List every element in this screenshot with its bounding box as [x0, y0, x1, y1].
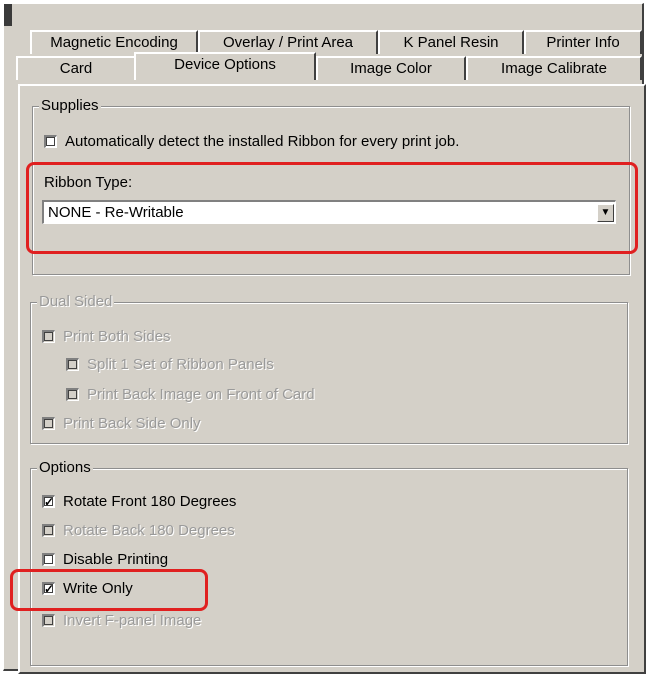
- invert-f-panel-checkbox[interactable]: Invert F-panel Image: [42, 610, 201, 630]
- auto-detect-checkbox-box[interactable]: [44, 134, 57, 148]
- print-back-side-only-checkbox[interactable]: Print Back Side Only: [42, 413, 201, 433]
- chevron-down-icon[interactable]: ▼: [597, 203, 614, 222]
- split-ribbon-panels-checkbox[interactable]: Split 1 Set of Ribbon Panels: [66, 354, 274, 374]
- tab-card[interactable]: Card: [16, 56, 136, 80]
- print-back-side-only-label: Print Back Side Only: [63, 414, 201, 432]
- auto-detect-label: Automatically detect the installed Ribbo…: [65, 132, 460, 150]
- print-both-sides-label: Print Both Sides: [63, 327, 171, 345]
- print-both-sides-box[interactable]: [42, 329, 55, 343]
- split-ribbon-panels-box[interactable]: [66, 357, 79, 371]
- tab-k-panel-resin[interactable]: K Panel Resin: [378, 30, 524, 54]
- write-only-checkbox[interactable]: ✓ Write Only: [42, 578, 133, 598]
- rotate-front-checkbox[interactable]: ✓ Rotate Front 180 Degrees: [42, 491, 236, 511]
- invert-f-panel-label: Invert F-panel Image: [63, 611, 202, 629]
- tab-image-color[interactable]: Image Color: [316, 56, 466, 80]
- ribbon-type-select[interactable]: NONE - Re-Writable ▼: [42, 200, 616, 224]
- auto-detect-ribbon-checkbox[interactable]: Automatically detect the installed Ribbo…: [44, 131, 459, 151]
- dual-sided-legend: Dual Sided: [37, 293, 115, 311]
- tab-overlay-print-area[interactable]: Overlay / Print Area: [198, 30, 378, 54]
- rotate-back-label: Rotate Back 180 Degrees: [63, 521, 235, 539]
- ribbon-type-label-text: Ribbon Type:: [44, 173, 133, 191]
- supplies-legend: Supplies: [39, 97, 101, 115]
- tab-device-options[interactable]: Device Options: [134, 52, 316, 80]
- tab-image-calibrate[interactable]: Image Calibrate: [466, 56, 642, 80]
- write-only-box[interactable]: ✓: [42, 581, 55, 595]
- print-back-on-front-label: Print Back Image on Front of Card: [87, 385, 315, 403]
- rotate-back-checkbox[interactable]: Rotate Back 180 Degrees: [42, 520, 235, 540]
- disable-printing-label: Disable Printing: [63, 550, 169, 568]
- write-only-label: Write Only: [63, 579, 133, 597]
- rotate-front-label: Rotate Front 180 Degrees: [63, 492, 237, 510]
- disable-printing-checkbox[interactable]: Disable Printing: [42, 549, 168, 569]
- rotate-front-box[interactable]: ✓: [42, 494, 55, 508]
- print-both-sides-checkbox[interactable]: Print Both Sides: [42, 326, 171, 346]
- window-edge: [4, 4, 12, 26]
- disable-printing-box[interactable]: [42, 552, 55, 566]
- print-back-on-front-checkbox[interactable]: Print Back Image on Front of Card: [66, 384, 315, 404]
- options-legend: Options: [37, 459, 93, 477]
- tab-magnetic-encoding[interactable]: Magnetic Encoding: [30, 30, 198, 54]
- tab-printer-info[interactable]: Printer Info: [524, 30, 642, 54]
- device-options-dialog: Magnetic Encoding Overlay / Print Area K…: [3, 3, 646, 674]
- ribbon-type-label: Ribbon Type:: [44, 172, 132, 192]
- rotate-back-box[interactable]: [42, 523, 55, 537]
- invert-f-panel-box[interactable]: [42, 613, 55, 627]
- print-back-on-front-box[interactable]: [66, 387, 79, 401]
- split-ribbon-panels-label: Split 1 Set of Ribbon Panels: [87, 355, 274, 373]
- ribbon-type-value: NONE - Re-Writable: [48, 204, 184, 221]
- print-back-side-only-box[interactable]: [42, 416, 55, 430]
